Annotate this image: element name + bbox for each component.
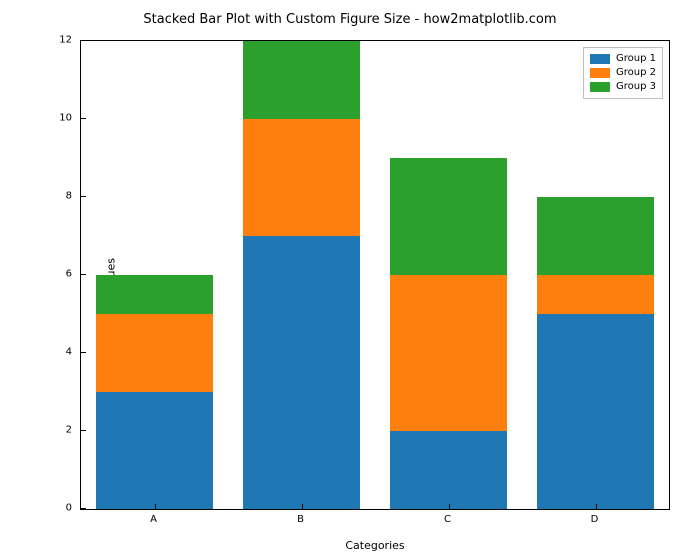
bar-segment xyxy=(390,431,508,509)
bar-segment xyxy=(537,314,655,509)
x-tick-label: C xyxy=(444,514,451,525)
bar-segment xyxy=(243,236,361,509)
legend-swatch xyxy=(590,54,610,64)
y-tick-label: 4 xyxy=(0,347,72,358)
y-tick-label: 10 xyxy=(0,113,72,124)
legend-label: Group 1 xyxy=(616,52,656,66)
x-tick xyxy=(155,504,156,509)
legend-swatch xyxy=(590,68,610,78)
bar-segment xyxy=(96,392,214,509)
bar-segment xyxy=(243,119,361,236)
chart-title: Stacked Bar Plot with Custom Figure Size… xyxy=(0,12,700,27)
x-tick-label: B xyxy=(297,514,304,525)
legend-item: Group 1 xyxy=(590,52,656,66)
legend-label: Group 3 xyxy=(616,80,656,94)
y-tick-label: 6 xyxy=(0,269,72,280)
bar-segment xyxy=(537,197,655,275)
figure: Stacked Bar Plot with Custom Figure Size… xyxy=(0,0,700,560)
y-tick-label: 8 xyxy=(0,191,72,202)
legend: Group 1Group 2Group 3 xyxy=(583,47,663,99)
x-tick-label: A xyxy=(150,514,157,525)
legend-item: Group 3 xyxy=(590,80,656,94)
legend-label: Group 2 xyxy=(616,66,656,80)
bar-segment xyxy=(390,158,508,275)
x-tick-label: D xyxy=(591,514,599,525)
x-tick xyxy=(596,504,597,509)
bar-segment xyxy=(96,314,214,392)
bar-segment xyxy=(243,41,361,119)
axes: Values Categories Group 1Group 2Group 3 xyxy=(80,40,670,510)
y-tick-label: 0 xyxy=(0,503,72,514)
legend-item: Group 2 xyxy=(590,66,656,80)
y-tick-label: 2 xyxy=(0,425,72,436)
bar-segment xyxy=(390,275,508,431)
plot-area xyxy=(81,41,669,509)
bar-segment xyxy=(96,275,214,314)
y-tick-label: 12 xyxy=(0,35,72,46)
legend-swatch xyxy=(590,82,610,92)
x-tick xyxy=(302,504,303,509)
bar-segment xyxy=(537,275,655,314)
x-tick xyxy=(449,504,450,509)
x-axis-label: Categories xyxy=(81,539,669,552)
